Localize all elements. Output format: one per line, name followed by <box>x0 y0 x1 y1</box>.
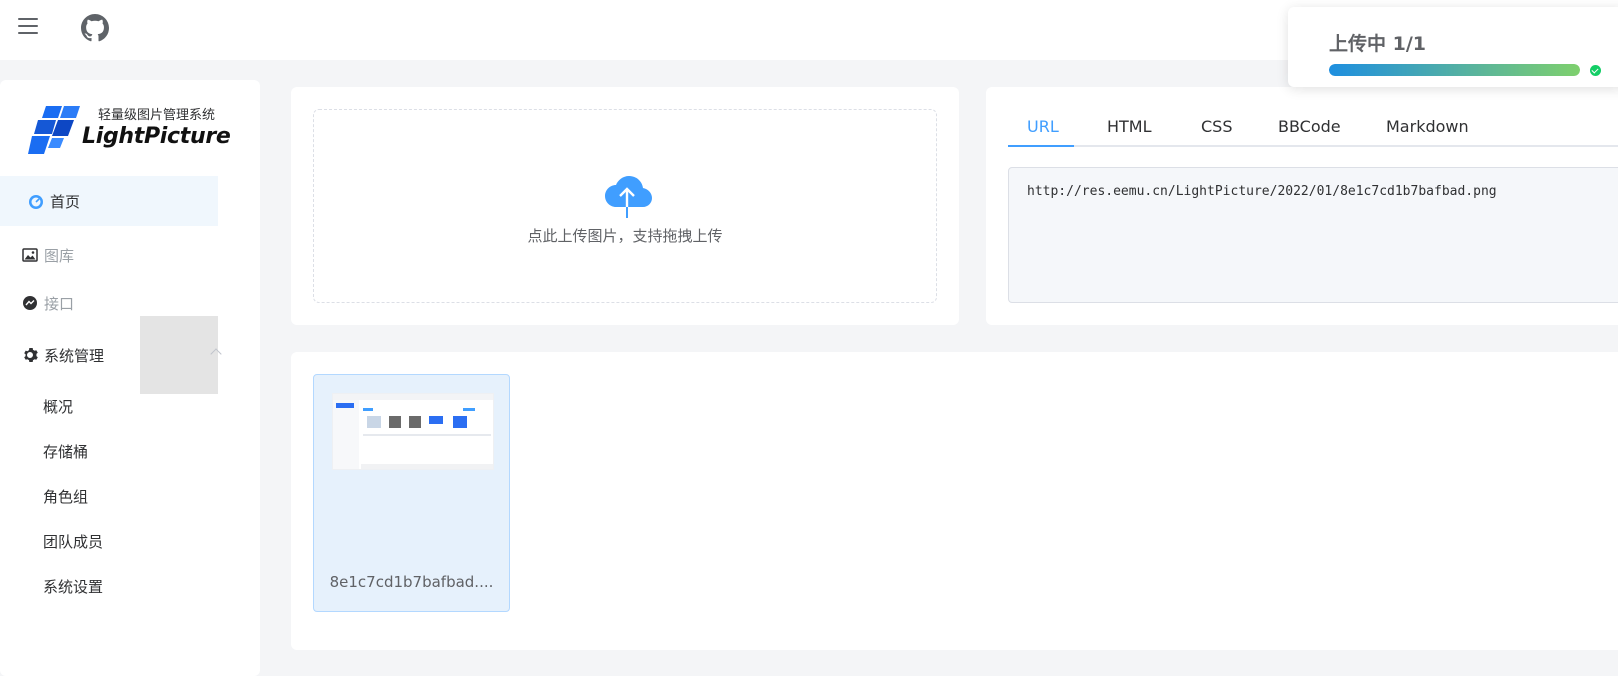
sidebar-item-label: 系统管理 <box>44 346 105 365</box>
messenger-icon <box>23 296 37 310</box>
tab-markdown[interactable]: Markdown <box>1386 117 1469 136</box>
link-output-textarea[interactable]: http://res.eemu.cn/LightPicture/2022/01/… <box>1008 167 1618 303</box>
upload-hint: 点此上传图片，支持拖拽上传 <box>527 227 723 245</box>
upload-progress-fill <box>1329 64 1580 76</box>
sidebar-subitem-overview[interactable]: 概况 <box>43 396 73 417</box>
tab-css[interactable]: CSS <box>1201 117 1232 136</box>
hamburger-icon[interactable] <box>18 18 38 36</box>
sidebar-subitem-settings[interactable]: 系统设置 <box>43 576 103 597</box>
active-tab-indicator <box>1008 145 1074 147</box>
check-circle-icon <box>1590 65 1601 76</box>
sidebar-subitem-team[interactable]: 团队成员 <box>43 531 103 552</box>
gear-icon <box>24 348 38 362</box>
sidebar-item-label: 图库 <box>44 246 75 265</box>
github-icon[interactable] <box>81 14 109 42</box>
logo[interactable]: 轻量级图片管理系统 LightPicture <box>28 100 231 160</box>
gallery-card: 8e1c7cd1b7bafbad.... <box>291 352 1618 650</box>
sidebar: 轻量级图片管理系统 LightPicture 首页 图库 接口 系统管理 概况 … <box>0 80 260 676</box>
upload-card: 点此上传图片，支持拖拽上传 <box>291 87 959 325</box>
image-filename: 8e1c7cd1b7bafbad.... <box>329 573 494 591</box>
logo-name: LightPicture <box>82 124 231 149</box>
link-card: URL HTML CSS BBCode Markdown http://res.… <box>986 87 1618 325</box>
upload-dropzone[interactable]: 点此上传图片，支持拖拽上传 <box>313 109 937 303</box>
sidebar-item-home[interactable]: 首页 <box>0 176 218 226</box>
sidebar-item-label: 首页 <box>50 192 81 211</box>
cloud-upload-icon <box>605 176 652 218</box>
image-icon <box>22 248 38 262</box>
logo-subtitle: 轻量级图片管理系统 <box>98 108 216 123</box>
link-tabs: URL HTML CSS BBCode Markdown <box>1008 117 1618 147</box>
sidebar-subitem-buckets[interactable]: 存储桶 <box>43 441 88 462</box>
dashboard-icon <box>29 195 43 209</box>
upload-progress-bar <box>1329 64 1580 76</box>
upload-progress-toast: 上传中 1/1 <box>1288 7 1618 87</box>
tab-html[interactable]: HTML <box>1107 117 1152 136</box>
tab-bbcode[interactable]: BBCode <box>1278 117 1341 136</box>
tab-url[interactable]: URL <box>1027 117 1059 136</box>
sidebar-item-system[interactable]: 系统管理 <box>0 330 222 380</box>
image-thumbnail <box>332 393 494 470</box>
sidebar-item-api[interactable]: 接口 <box>0 278 218 328</box>
upload-progress-title: 上传中 1/1 <box>1329 33 1426 55</box>
sidebar-item-label: 接口 <box>44 294 75 313</box>
sidebar-item-gallery[interactable]: 图库 <box>0 230 218 280</box>
chevron-up-icon <box>210 348 222 360</box>
sidebar-subitem-roles[interactable]: 角色组 <box>43 486 88 507</box>
image-thumbnail-card[interactable]: 8e1c7cd1b7bafbad.... <box>313 374 510 612</box>
